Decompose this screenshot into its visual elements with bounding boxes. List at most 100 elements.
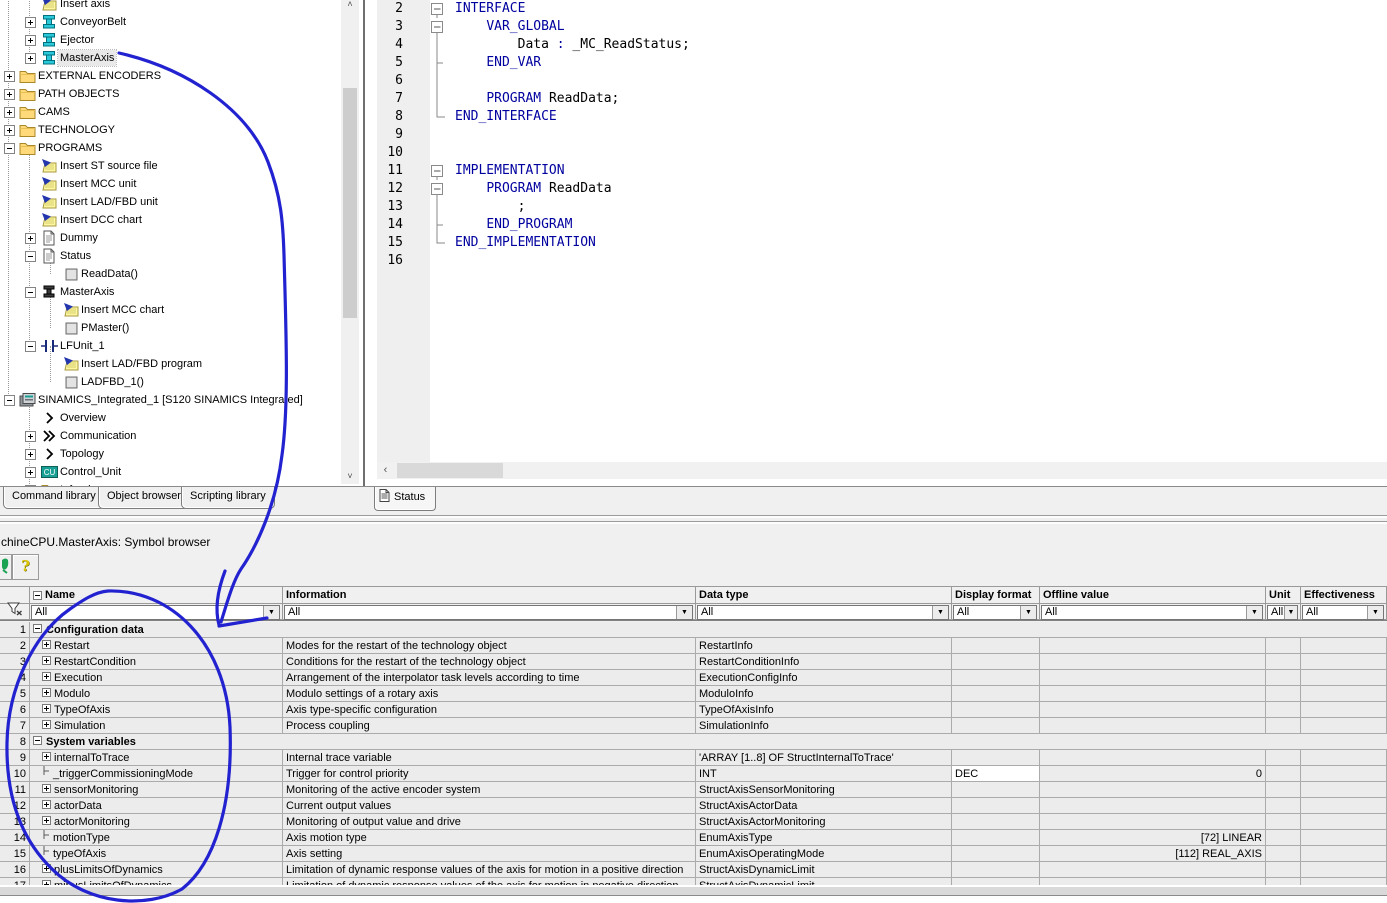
display-format-cell[interactable] xyxy=(952,862,1040,878)
name-cell[interactable]: minusLimitsOfDynamics xyxy=(30,878,283,885)
display-format-cell[interactable] xyxy=(952,782,1040,798)
chevron-down-icon[interactable]: ▼ xyxy=(1367,606,1383,619)
offline-value-cell[interactable] xyxy=(1040,878,1266,885)
group-row[interactable]: Configuration data xyxy=(30,622,1387,638)
offline-value-cell[interactable]: [112] REAL_AXIS xyxy=(1040,846,1266,862)
table-row[interactable]: 7SimulationProcess couplingSimulationInf… xyxy=(0,718,1387,734)
code-line[interactable]: 13 ; xyxy=(377,198,1385,216)
chevron-down-icon[interactable]: ▼ xyxy=(932,606,948,619)
offline-value-cell[interactable]: 0 xyxy=(1040,766,1266,782)
offline-value-cell[interactable] xyxy=(1040,750,1266,766)
column-header-info[interactable]: Information xyxy=(283,586,696,604)
datatype-cell[interactable]: RestartInfo xyxy=(696,638,952,654)
tree-item[interactable]: Insert MCC unit xyxy=(0,175,338,193)
name-cell[interactable]: Modulo xyxy=(30,686,283,702)
tree-item-label[interactable]: Insert LAD/FBD program xyxy=(79,356,204,372)
table-row[interactable]: 8System variables xyxy=(0,734,1387,750)
unit-cell[interactable] xyxy=(1266,670,1301,686)
expand-icon[interactable] xyxy=(25,53,36,64)
display-format-cell[interactable] xyxy=(952,654,1040,670)
datatype-cell[interactable]: ModuloInfo xyxy=(696,686,952,702)
tree-item[interactable]: EXTERNAL ENCODERS xyxy=(0,67,338,85)
table-row[interactable]: 2RestartModes for the restart of the tec… xyxy=(0,638,1387,654)
tab-scripting-library[interactable]: Scripting library xyxy=(181,487,275,509)
expand-icon[interactable] xyxy=(42,799,51,813)
tree-item[interactable]: SINAMICS_Integrated_1 [S120 SINAMICS Int… xyxy=(0,391,338,409)
effectiveness-cell[interactable] xyxy=(1301,638,1387,654)
name-cell[interactable]: plusLimitsOfDynamics xyxy=(30,862,283,878)
tree-item[interactable]: Insert ST source file xyxy=(0,157,338,175)
chevron-down-icon[interactable]: ▼ xyxy=(676,606,692,619)
tree-item-label[interactable]: EXTERNAL ENCODERS xyxy=(36,68,163,84)
unit-cell[interactable] xyxy=(1266,814,1301,830)
chevron-down-icon[interactable]: ▼ xyxy=(263,606,279,619)
tree-item[interactable]: LADFBD_1() xyxy=(0,373,338,391)
expand-icon[interactable] xyxy=(4,125,15,136)
chevron-down-icon[interactable]: ▼ xyxy=(1020,606,1036,619)
tree-item-label[interactable]: Topology xyxy=(58,446,106,462)
effectiveness-cell[interactable] xyxy=(1301,814,1387,830)
offline-value-cell[interactable] xyxy=(1040,638,1266,654)
name-cell[interactable]: Restart xyxy=(30,638,283,654)
information-cell[interactable]: Axis motion type xyxy=(283,830,696,846)
tree-item-label[interactable]: Control_Unit xyxy=(58,464,123,480)
tree-item[interactable]: MasterAxis xyxy=(0,49,338,67)
tree-item-label[interactable]: Insert MCC chart xyxy=(79,302,166,318)
datatype-cell[interactable]: StructAxisSensorMonitoring xyxy=(696,782,952,798)
display-format-cell[interactable] xyxy=(952,718,1040,734)
monitor-button[interactable] xyxy=(0,554,12,580)
tree-item[interactable]: LFUnit_1 xyxy=(0,337,338,355)
fold-collapse-icon[interactable] xyxy=(430,18,452,36)
datatype-cell[interactable]: StructAxisDynamicLimit xyxy=(696,878,952,885)
tree-item[interactable]: PMaster() xyxy=(0,319,338,337)
expand-icon[interactable] xyxy=(42,879,51,886)
display-format-cell[interactable] xyxy=(952,846,1040,862)
effectiveness-cell[interactable] xyxy=(1301,654,1387,670)
expand-icon[interactable] xyxy=(4,107,15,118)
code-line[interactable]: 5 END_VAR xyxy=(377,54,1385,72)
tree-item[interactable]: PROGRAMS xyxy=(0,139,338,157)
name-cell[interactable]: sensorMonitoring xyxy=(30,782,283,798)
tree-item[interactable]: Overview xyxy=(0,409,338,427)
effectiveness-cell[interactable] xyxy=(1301,750,1387,766)
filter-dropdown[interactable]: All▼ xyxy=(697,605,949,620)
tree-item[interactable]: Insert DCC chart xyxy=(0,211,338,229)
unit-cell[interactable] xyxy=(1266,654,1301,670)
column-header-offline[interactable]: Offline value xyxy=(1040,586,1266,604)
information-cell[interactable]: Axis setting xyxy=(283,846,696,862)
tree-item[interactable]: Ejector xyxy=(0,31,338,49)
expand-icon[interactable] xyxy=(42,687,51,701)
scroll-down-icon[interactable]: ˅︎ xyxy=(341,469,359,484)
tree-item[interactable]: TECHNOLOGY xyxy=(0,121,338,139)
effectiveness-cell[interactable] xyxy=(1301,798,1387,814)
name-cell[interactable]: motionType xyxy=(30,830,283,846)
name-cell[interactable]: actorMonitoring xyxy=(30,814,283,830)
collapse-icon[interactable] xyxy=(25,341,36,352)
information-cell[interactable]: Monitoring of the active encoder system xyxy=(283,782,696,798)
unit-cell[interactable] xyxy=(1266,750,1301,766)
tree-item-label[interactable]: Insert ST source file xyxy=(58,158,160,174)
offline-value-cell[interactable]: [72] LINEAR xyxy=(1040,830,1266,846)
group-row[interactable]: System variables xyxy=(30,734,1387,750)
display-format-cell[interactable] xyxy=(952,814,1040,830)
name-cell[interactable]: _triggerCommissioningMode xyxy=(30,766,283,782)
table-horizontal-scrollbar[interactable] xyxy=(0,886,1387,896)
column-header-dispfmt[interactable]: Display format xyxy=(952,586,1040,604)
tree-item-label[interactable]: Insert axis xyxy=(58,0,112,12)
help-button[interactable]: ? xyxy=(12,554,39,580)
information-cell[interactable]: Axis type-specific configuration xyxy=(283,702,696,718)
datatype-cell[interactable]: StructAxisActorData xyxy=(696,798,952,814)
information-cell[interactable]: Internal trace variable xyxy=(283,750,696,766)
fold-collapse-icon[interactable] xyxy=(430,162,452,180)
tree-scrollbar-thumb[interactable] xyxy=(343,88,357,318)
unit-cell[interactable] xyxy=(1266,638,1301,654)
code-line[interactable]: 9 xyxy=(377,126,1385,144)
tree-item-label[interactable]: ReadData() xyxy=(79,266,140,282)
information-cell[interactable]: Limitation of dynamic response values of… xyxy=(283,878,696,885)
expand-icon[interactable] xyxy=(25,35,36,46)
tree-item-label[interactable]: PMaster() xyxy=(79,320,131,336)
code-line[interactable]: 10 xyxy=(377,144,1385,162)
tree-item[interactable]: Insert LAD/FBD program xyxy=(0,355,338,373)
table-row[interactable]: 3RestartConditionConditions for the rest… xyxy=(0,654,1387,670)
filter-dropdown[interactable]: All▼ xyxy=(31,605,280,620)
